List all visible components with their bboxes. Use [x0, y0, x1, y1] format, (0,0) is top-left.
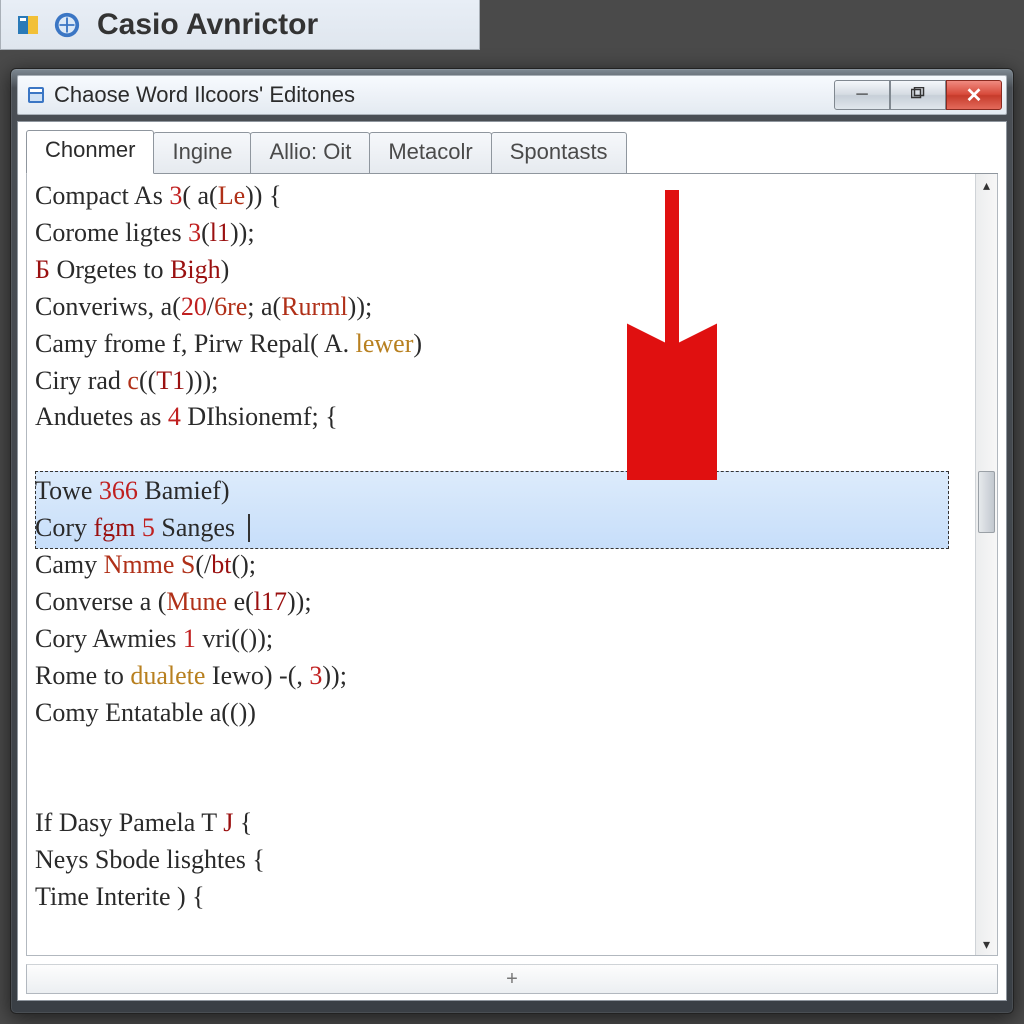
code-line[interactable]: Corome ligtes 3(l1)); [35, 215, 969, 252]
code-line[interactable]: Rome to dualete Iewo) -(, 3)); [35, 658, 969, 695]
client-area: ChonmerIngineAllio: OitMetacolrSpontasts… [17, 121, 1007, 1001]
close-button[interactable]: ✕ [946, 80, 1002, 110]
code-line[interactable]: Ciry rad c((T1))); [35, 363, 969, 400]
code-line[interactable]: Compact As 3( a(Le)) { [35, 178, 969, 215]
code-line[interactable]: Б Orgetes to Bigh) [35, 252, 969, 289]
code-line[interactable] [35, 732, 969, 769]
tab-1[interactable]: Ingine [153, 132, 251, 173]
code-line[interactable] [35, 436, 969, 473]
tab-0[interactable]: Chonmer [26, 130, 154, 174]
code-line[interactable]: Time Interite ) { [35, 879, 969, 916]
code-line[interactable]: Comy Entatable a(()) [35, 695, 969, 732]
window-controls: ─ ✕ [834, 80, 1002, 110]
code-line[interactable] [35, 769, 969, 806]
scroll-down-arrow-icon[interactable]: ▾ [976, 933, 997, 955]
code-line[interactable]: Anduetes as 4 DIhsionemf; { [35, 399, 969, 436]
editor-wrap: Compact As 3( a(Le)) {Corome ligtes 3(l1… [26, 174, 998, 956]
tab-3[interactable]: Metacolr [369, 132, 491, 173]
code-line[interactable]: Towe 366 Bamief) [35, 473, 969, 510]
code-line[interactable]: Cory fgm 5 Sanges [35, 510, 969, 547]
taskbar: Casio Avnrictor [0, 0, 480, 50]
tab-4[interactable]: Spontasts [491, 132, 627, 173]
code-line[interactable]: Converse a (Mune e(l17)); [35, 584, 969, 621]
titlebar[interactable]: Chaose Word Ilcoors' Editones ─ ✕ [17, 75, 1007, 115]
code-line[interactable]: Camy frome f, Pirw Repal( A. lewer) [35, 326, 969, 363]
taskbar-app-title: Casio Avnrictor [97, 8, 318, 42]
code-line[interactable]: Cory Awmies 1 vri(()); [35, 621, 969, 658]
window-icon [26, 85, 46, 105]
code-line[interactable]: Converiws, a(20/6re; a(Rurml)); [35, 289, 969, 326]
window-title: Chaose Word Ilcoors' Editones [54, 82, 826, 108]
vertical-scrollbar[interactable]: ▴ ▾ [975, 174, 997, 955]
tab-2[interactable]: Allio: Oit [250, 132, 370, 173]
scrollbar-thumb[interactable] [978, 471, 995, 533]
add-tab-icon[interactable]: + [506, 968, 518, 991]
code-line[interactable]: Camy Nmme S(/bt(); [35, 547, 969, 584]
app-icon-2 [53, 11, 81, 39]
editor-window: Chaose Word Ilcoors' Editones ─ ✕ Chonme… [10, 68, 1014, 1014]
status-bar: + [26, 964, 998, 994]
scroll-up-arrow-icon[interactable]: ▴ [976, 174, 997, 196]
code-line[interactable]: Neys Sbode lisghtes { [35, 842, 969, 879]
code-line[interactable]: If Dasy Pamela T J { [35, 805, 969, 842]
maximize-icon [911, 86, 925, 104]
minimize-button[interactable]: ─ [834, 80, 890, 110]
tab-strip: ChonmerIngineAllio: OitMetacolrSpontasts [18, 122, 1006, 173]
minimize-icon: ─ [856, 86, 867, 104]
code-editor[interactable]: Compact As 3( a(Le)) {Corome ligtes 3(l1… [27, 174, 975, 955]
app-icon-1 [15, 11, 43, 39]
maximize-button[interactable] [890, 80, 946, 110]
close-icon: ✕ [966, 83, 983, 108]
